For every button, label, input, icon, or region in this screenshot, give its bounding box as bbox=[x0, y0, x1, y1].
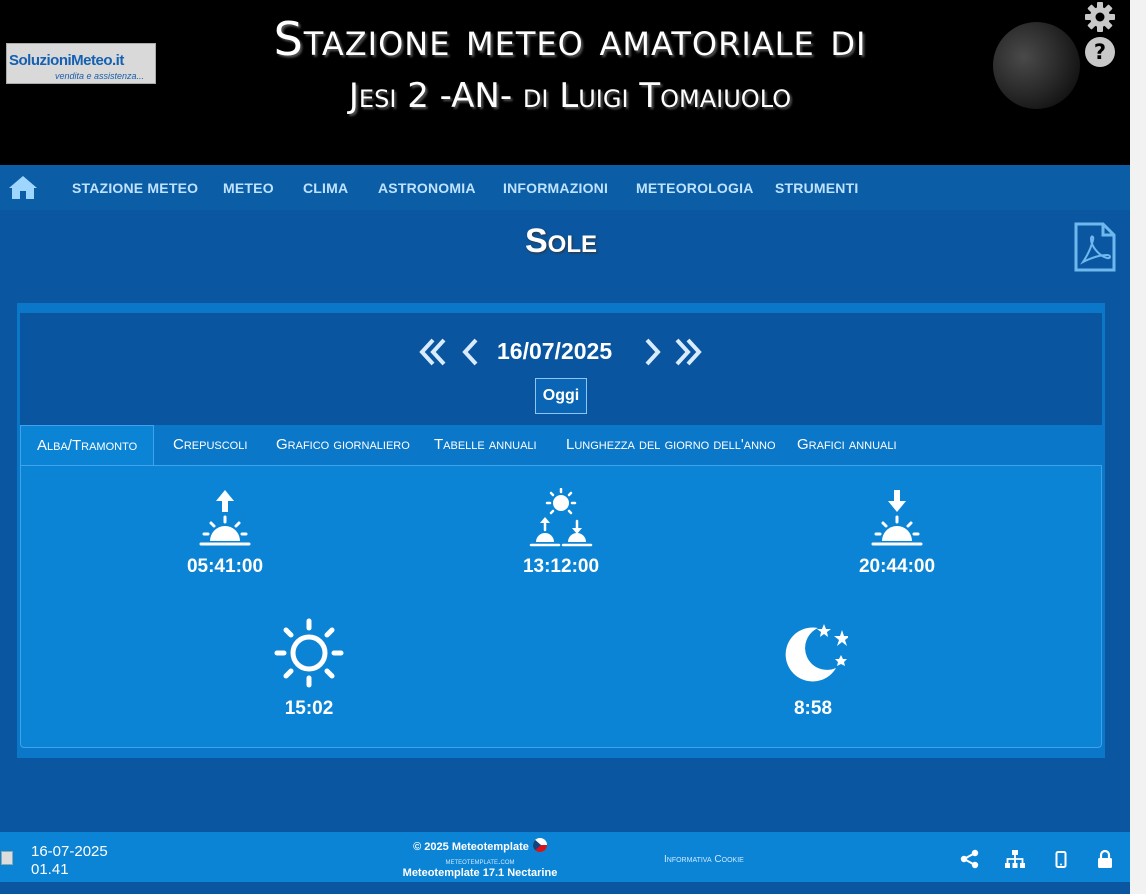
svg-text:?: ? bbox=[1094, 40, 1106, 64]
main-nav: STAZIONE METEO METEO CLIMA ASTRONOMIA IN… bbox=[0, 165, 1130, 210]
sunset-icon bbox=[871, 490, 923, 546]
footer-credits: © 2025 Meteotemplate meteotemplate.com M… bbox=[380, 838, 580, 879]
sitemap-icon[interactable] bbox=[1005, 849, 1025, 869]
solar-noon-icon bbox=[529, 488, 593, 547]
double-chevron-right-icon[interactable] bbox=[672, 336, 704, 368]
solar-noon-stat: 13:12:00 bbox=[481, 488, 641, 578]
nav-item-astronomia[interactable]: ASTRONOMIA bbox=[378, 180, 476, 196]
header: SoluzioniMeteo.it vendita e assistenza..… bbox=[0, 0, 1130, 165]
night-length-stat: 8:58 bbox=[733, 618, 893, 720]
sunset-stat: 20:44:00 bbox=[817, 488, 977, 578]
footer-copyright[interactable]: © 2025 Meteotemplate bbox=[413, 841, 529, 853]
tab-bar: Alba/Tramonto Crepuscoli Grafico giornal… bbox=[20, 425, 1102, 466]
sunrise-time: 05:41:00 bbox=[186, 556, 264, 577]
page-title: Sole bbox=[524, 222, 597, 260]
footer-version: Meteotemplate 17.1 Nectarine bbox=[402, 867, 558, 879]
broken-image-icon bbox=[1, 851, 13, 865]
nav-item-stazione-meteo[interactable]: STAZIONE METEO bbox=[72, 180, 198, 196]
sun-icon bbox=[274, 618, 344, 688]
site-title-line2: Jesi 2 -AN- di Luigi Tomaiuolo bbox=[348, 76, 792, 116]
nav-item-meteo[interactable]: METEO bbox=[223, 180, 274, 196]
double-chevron-left-icon[interactable] bbox=[417, 336, 449, 368]
nav-item-clima[interactable]: CLIMA bbox=[303, 180, 348, 196]
day-length-stat: 15:02 bbox=[229, 618, 389, 720]
sunrise-stat: 05:41:00 bbox=[145, 488, 305, 578]
lock-icon[interactable] bbox=[1095, 849, 1115, 869]
cookie-policy-link[interactable]: Informativa Cookie bbox=[664, 854, 744, 865]
page-scrollbar[interactable] bbox=[1130, 0, 1146, 894]
chevron-left-icon[interactable] bbox=[455, 336, 487, 368]
moon-phase-icon bbox=[993, 22, 1080, 109]
home-icon[interactable] bbox=[8, 174, 38, 200]
footer-date: 16-07-2025 bbox=[31, 843, 108, 860]
nav-item-informazioni[interactable]: INFORMAZIONI bbox=[503, 180, 608, 196]
current-date: 16/07/2025 bbox=[497, 338, 613, 364]
tab-tabelle-annuali[interactable]: Tabelle annuali bbox=[418, 425, 553, 465]
date-navigator: 16/07/2025 bbox=[0, 336, 1122, 370]
mobile-icon[interactable] bbox=[1051, 849, 1071, 869]
sunset-time: 20:44:00 bbox=[858, 556, 936, 577]
day-length-value: 15:02 bbox=[284, 698, 334, 719]
tab-grafici-annuali[interactable]: Grafici annuali bbox=[781, 425, 913, 465]
chevron-right-icon[interactable] bbox=[636, 336, 668, 368]
tab-alba-tramonto[interactable]: Alba/Tramonto bbox=[20, 425, 155, 466]
pdf-icon[interactable] bbox=[1073, 222, 1117, 272]
nav-item-meteorologia[interactable]: METEOROLOGIA bbox=[636, 180, 754, 196]
night-length-value: 8:58 bbox=[793, 698, 833, 719]
tab-crepuscoli[interactable]: Crepuscoli bbox=[157, 425, 263, 465]
today-button[interactable]: Oggi bbox=[535, 378, 587, 414]
footer-site-link[interactable]: meteotemplate.com bbox=[380, 856, 580, 866]
gear-icon[interactable] bbox=[1084, 1, 1116, 33]
solar-noon-time: 13:12:00 bbox=[522, 556, 600, 577]
footer-datetime: 16-07-2025 01.41 bbox=[31, 843, 108, 879]
tab-grafico-giornaliero[interactable]: Grafico giornaliero bbox=[260, 425, 426, 465]
tab-lunghezza-giorno[interactable]: Lunghezza del giorno dell'anno bbox=[550, 425, 792, 465]
moon-stars-icon bbox=[785, 624, 848, 682]
share-icon[interactable] bbox=[960, 849, 980, 869]
czech-flag-icon bbox=[532, 838, 547, 852]
site-title-line1: Stazione meteo amatoriale di bbox=[273, 12, 867, 66]
help-icon[interactable]: ? bbox=[1084, 36, 1116, 68]
sunrise-icon bbox=[199, 490, 251, 546]
footer-time: 01.41 bbox=[31, 861, 69, 878]
footer: 16-07-2025 01.41 © 2025 Meteotemplate me… bbox=[0, 832, 1130, 882]
nav-item-strumenti[interactable]: STRUMENTI bbox=[775, 180, 858, 196]
